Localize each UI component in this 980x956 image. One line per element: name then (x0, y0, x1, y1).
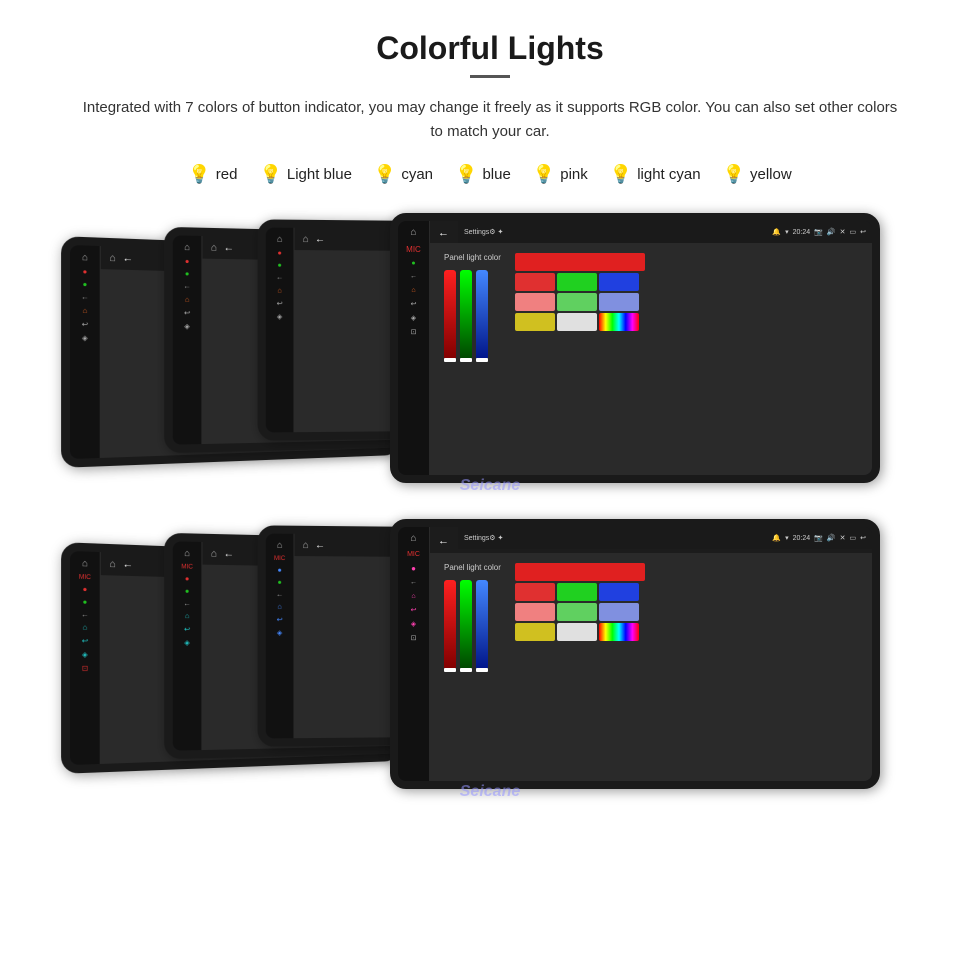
color-panel-bot: Panel light color (430, 553, 872, 781)
statusbar-top: Settings ⚙ ✦ 🔔▾20:24📷🔊✕▭↩ (458, 221, 872, 243)
color-wide-red-top (515, 253, 645, 271)
description: Integrated with 7 colors of button indic… (80, 96, 900, 144)
bar-red-top (444, 270, 456, 360)
main-content-top: Settings ⚙ ✦ 🔔▾20:24📷🔊✕▭↩ ← (430, 221, 872, 475)
sidebar-2: ⌂ ● ● ← ⌂ ↩ ◈ (173, 235, 203, 444)
sidebar-1: ⌂ ● ● ← ⌂ ↩ ◈ (70, 245, 101, 459)
grid-row2-top (515, 293, 645, 311)
bot-sidebar-1: ⌂ MIC ● ● ← ⌂ ↩ ◈ ⊡ (70, 551, 101, 765)
btn-g1: ● (83, 281, 88, 288)
color-label-pink: 💡 pink (533, 164, 588, 185)
color-label-blue: 💡 blue (455, 164, 511, 185)
sidebar-main: ⌂ MIC ● ← ⌂ ↩ ◈ ⊡ (398, 221, 430, 475)
btn-bk1: ↩ (82, 320, 88, 328)
bot-color-section-left: Panel light color (444, 563, 501, 672)
grid-row3-top (515, 313, 645, 331)
bulb-lightcyan-icon: 💡 (610, 164, 632, 185)
top-screen-main: ⌂ MIC ● ← ⌂ ↩ ◈ ⊡ Settings ⚙ ✦ 🔔▾20:24 (390, 213, 880, 483)
color-label-lightcyan: 💡 light cyan (610, 164, 701, 185)
btn-r1: ● (83, 269, 88, 277)
color-name-yellow: yellow (750, 166, 792, 183)
color-label-red: 💡 red (188, 164, 237, 185)
btn-o1: ⌂ (83, 308, 88, 315)
bot-settings-label: Settings (464, 535, 489, 542)
status-right-top: 🔔▾20:24📷🔊✕▭↩ (772, 228, 866, 236)
color-labels-row: 💡 red 💡 Light blue 💡 cyan 💡 blue 💡 pink … (40, 164, 940, 185)
color-name-cyan: cyan (401, 166, 433, 183)
color-grid-top (515, 253, 645, 331)
btn-b1: ← (81, 294, 89, 302)
home-topbar-1: ⌂ (110, 252, 117, 264)
bot-sidebar-2: ⌂ MIC ● ● ← ⌂ ↩ ◈ (173, 541, 203, 750)
color-name-red: red (216, 166, 238, 183)
page-title: Colorful Lights (40, 30, 940, 67)
bulb-yellow-icon: 💡 (723, 164, 745, 185)
color-label-yellow: 💡 yellow (723, 164, 792, 185)
color-panel-top: Panel light color (430, 243, 872, 475)
bulb-red-icon: 💡 (188, 164, 210, 185)
bot-screen-main: ⌂ MIC ● ← ⌂ ↩ ◈ ⊡ Settings ⚙ ✦ 🔔▾20:24 (390, 519, 880, 789)
color-name-pink: pink (560, 166, 588, 183)
bulb-blue-icon: 💡 (455, 164, 477, 185)
color-name-lightblue: Light blue (287, 166, 352, 183)
bot-color-grid (515, 563, 645, 641)
bot-statusbar: Settings ⚙ ✦ 🔔▾20:24📷🔊✕▭↩ (458, 527, 872, 549)
bot-panel-label: Panel light color (444, 563, 501, 572)
bar-blue-top (476, 270, 488, 360)
color-label-cyan: 💡 cyan (374, 164, 433, 185)
bar-indicators-top (444, 358, 501, 362)
top-screen-group: ⌂ ● ● ← ⌂ ↩ ◈ ⌂ ← (40, 213, 940, 503)
panel-light-label-top: Panel light color (444, 253, 501, 262)
bot-gear-icon: ⚙ ✦ (489, 534, 503, 542)
back-1: ← (122, 253, 133, 265)
bot-status-right: 🔔▾20:24📷🔊✕▭↩ (772, 534, 866, 542)
bot-sidebar-3: ⌂ MIC ● ● ← ⌂ ↩ ◈ (266, 534, 295, 739)
color-bars-top (444, 270, 501, 360)
grid-row1-top (515, 273, 645, 291)
home-icon-1: ⌂ (82, 252, 88, 263)
page-container: Colorful Lights Integrated with 7 colors… (0, 0, 980, 855)
bot-sidebar-main: ⌂ MIC ● ← ⌂ ↩ ◈ ⊡ (398, 527, 430, 781)
bulb-cyan-icon: 💡 (374, 164, 396, 185)
btn-vol1: ◈ (82, 334, 88, 342)
color-name-lightcyan: light cyan (637, 166, 700, 183)
bottom-screen-group: ⌂ MIC ● ● ← ⌂ ↩ ◈ ⊡ ⌂ ← (40, 519, 940, 809)
color-label-lightblue: 💡 Light blue (259, 164, 351, 185)
bar-green-top (460, 270, 472, 360)
color-section-left: Panel light color (444, 253, 501, 362)
settings-label-top: Settings (464, 229, 489, 236)
gear-icon-top: ⚙ ✦ (489, 228, 503, 236)
color-name-blue: blue (482, 166, 510, 183)
bot-color-bars (444, 580, 501, 670)
bulb-lightblue-icon: 💡 (259, 164, 281, 185)
title-divider (470, 75, 510, 78)
sidebar-3: ⌂ ● ● ← ⌂ ↩ ◈ (266, 228, 295, 433)
bot-main-content: Settings ⚙ ✦ 🔔▾20:24📷🔊✕▭↩ ← Panel light … (430, 527, 872, 781)
grid-row0-top (515, 253, 645, 271)
bulb-pink-icon: 💡 (533, 164, 555, 185)
